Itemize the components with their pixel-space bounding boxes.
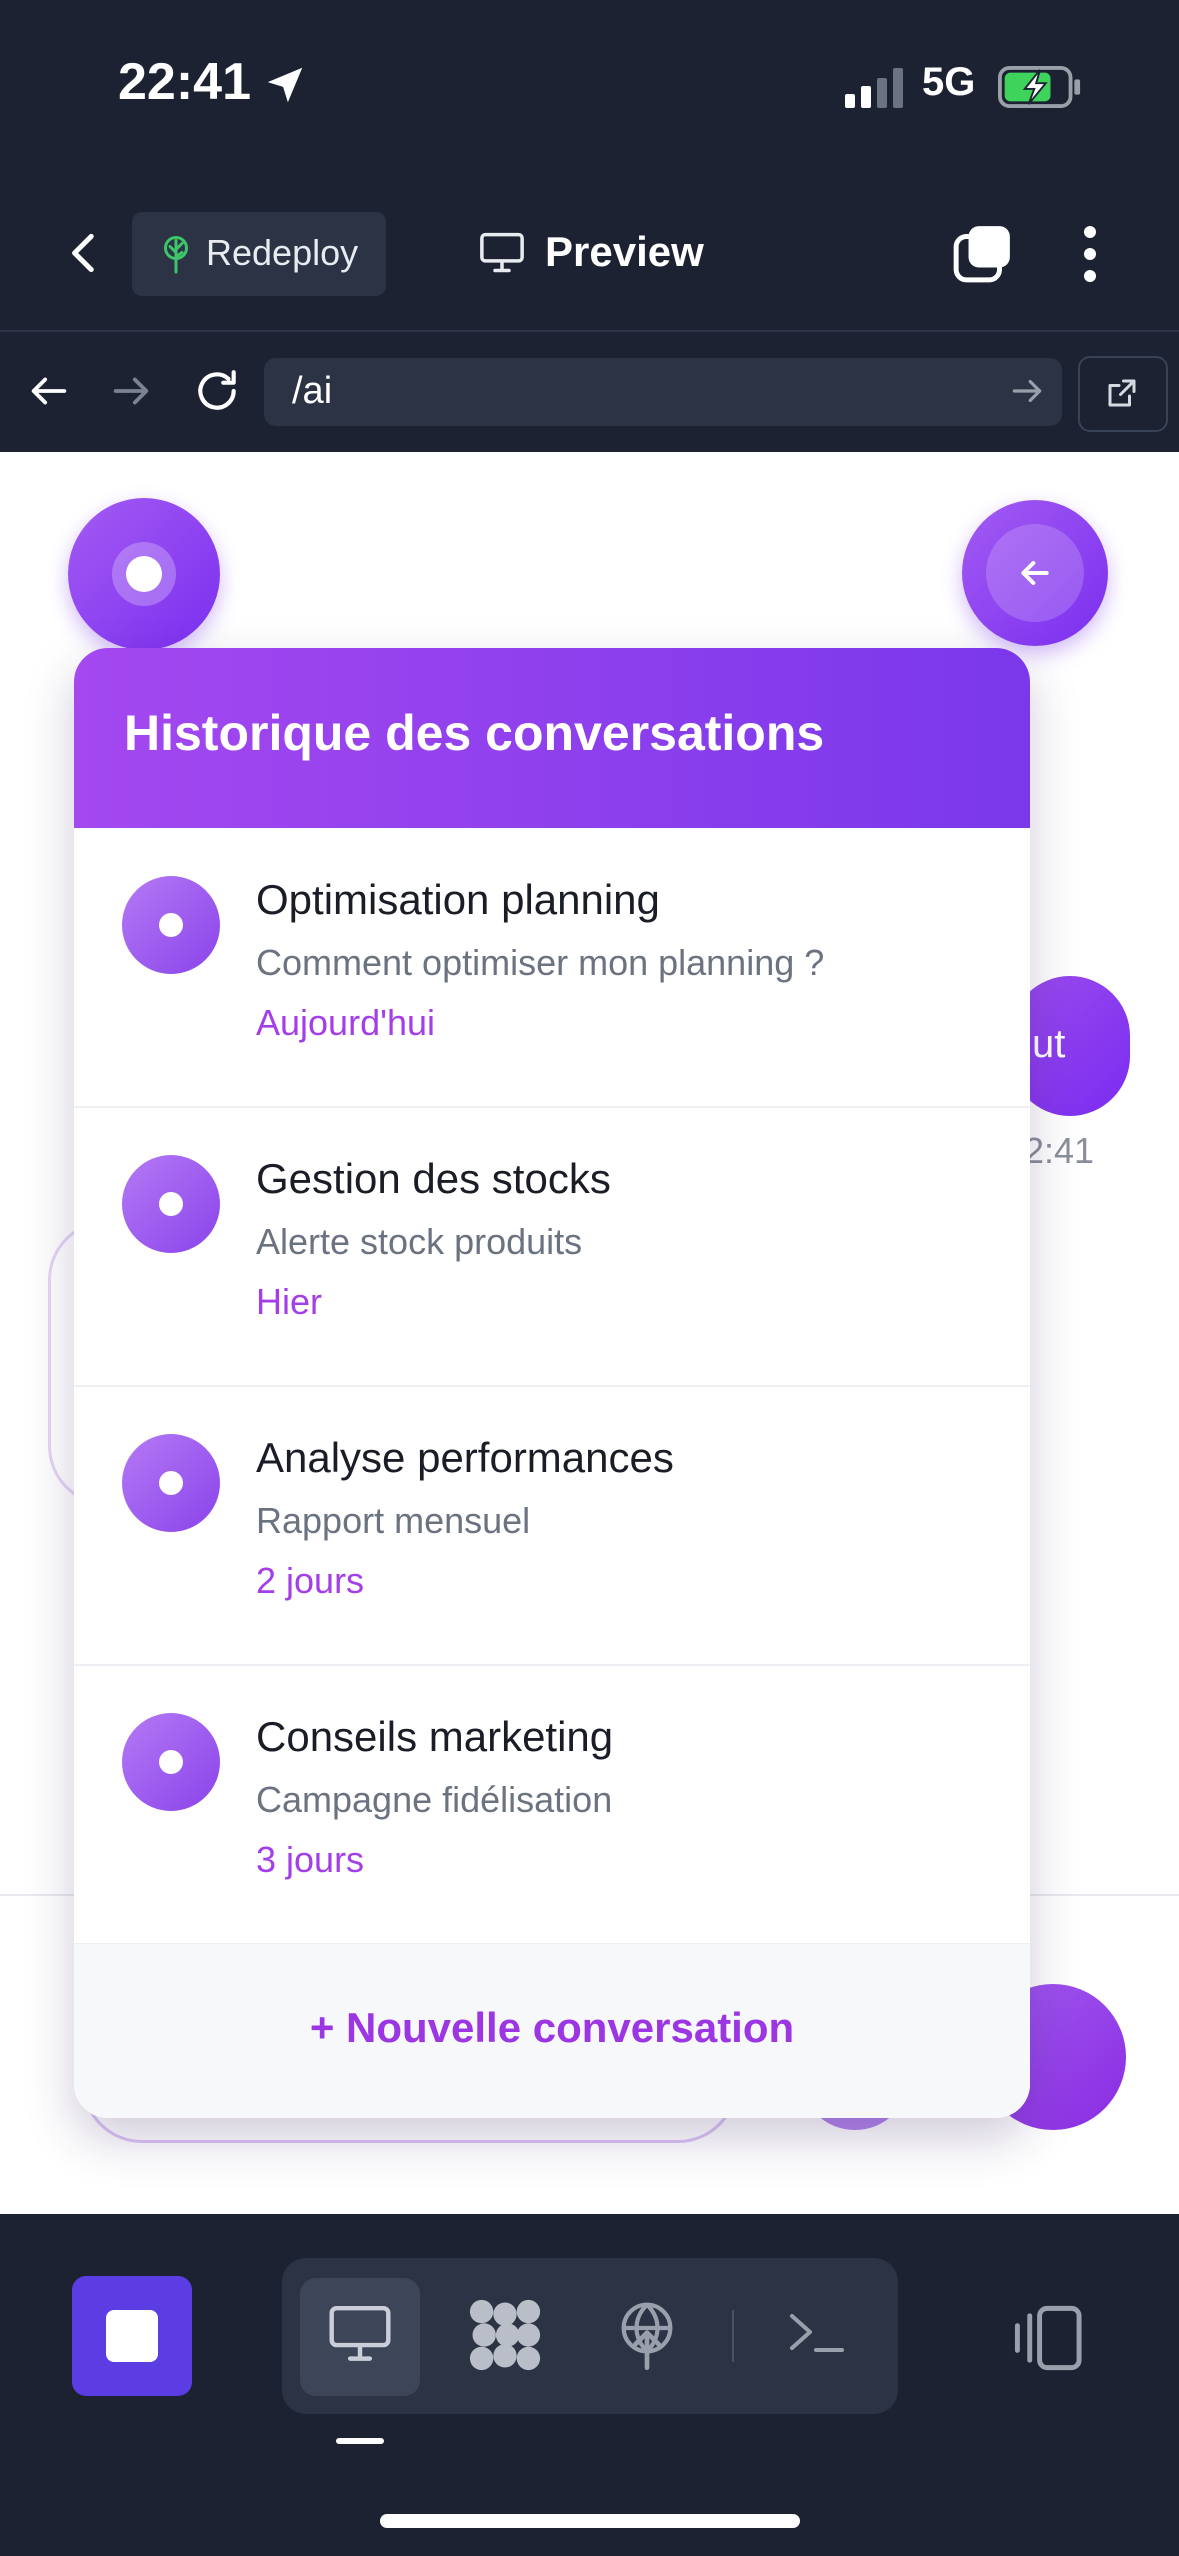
tabs-icon[interactable] [952,222,1014,284]
device-toggle-icon[interactable] [1010,2302,1084,2374]
conversation-title: Optimisation planning [256,876,660,923]
deploy-globe-icon[interactable] [612,2296,682,2374]
monitor-icon [329,2305,391,2361]
conversation-preview: Rapport mensuel [256,1500,531,1541]
open-external-button[interactable] [1078,356,1168,432]
apps-icon[interactable] [466,2296,544,2374]
redeploy-label: Redeploy [206,232,359,273]
conversation-title: Analyse performances [256,1434,674,1481]
new-conversation-button[interactable]: + Nouvelle conversation [74,1988,1030,2068]
conversation-title: Conseils marketing [256,1713,614,1760]
url-text: /ai [292,370,333,412]
message-time: 2:41 [1024,1130,1095,1171]
conversation-preview: Comment optimiser mon planning ? [256,942,825,983]
conversation-date: 2 jours [256,1560,365,1601]
more-vertical-icon[interactable] [1078,224,1102,284]
go-arrow-icon[interactable] [1008,372,1046,410]
conversation-avatar [122,876,220,974]
conversation-history-panel: Historique des conversations Optimisatio… [74,648,1030,2118]
conversation-item[interactable]: Optimisation planning Comment optimiser … [74,828,1030,1108]
back-chevron-icon[interactable] [60,228,110,278]
conversation-item[interactable]: Analyse performances Rapport mensuel 2 j… [74,1386,1030,1666]
conversation-item[interactable]: Conseils marketing Campagne fidélisation… [74,1665,1030,1945]
conversation-date: Aujourd'hui [256,1002,435,1043]
location-arrow-icon [267,67,303,103]
arrow-left-icon[interactable] [26,368,72,414]
conversation-date: 3 jours [256,1839,365,1880]
conversation-preview: Campagne fidélisation [256,1779,613,1820]
user-message-text: ut [1032,1022,1066,1066]
tool-preview[interactable] [300,2278,420,2396]
monitor-icon [480,232,524,273]
status-time: 22:41 [118,53,251,111]
signal-icon [845,68,903,108]
battery-charging-icon [998,66,1081,108]
stop-button[interactable] [72,2276,192,2396]
conversation-avatar [122,1434,220,1532]
reload-icon[interactable] [192,366,242,416]
assistant-avatar[interactable] [68,498,220,650]
history-header: Historique des conversations [74,648,1030,828]
stop-icon [106,2310,158,2362]
conversation-preview: Alerte stock produits [256,1221,583,1262]
tree-icon [164,236,188,274]
terminal-icon[interactable] [786,2304,846,2360]
history-back-button[interactable] [962,500,1108,646]
arrow-right-icon[interactable] [108,368,154,414]
conversation-item[interactable]: Gestion des stocks Alerte stock produits… [74,1107,1030,1387]
active-tab-indicator [336,2438,384,2444]
history-title: Historique des conversations [124,705,825,761]
preview-label[interactable]: Preview [545,228,704,276]
url-input[interactable] [264,358,1062,426]
tool-separator [732,2310,734,2362]
conversation-avatar [122,1713,220,1811]
external-link-icon [1108,379,1136,407]
conversation-avatar [122,1155,220,1253]
conversation-title: Gestion des stocks [256,1155,611,1202]
network-type: 5G [922,60,976,104]
home-indicator [380,2514,800,2528]
arrow-left-icon [1021,561,1049,585]
conversation-date: Hier [256,1281,323,1322]
